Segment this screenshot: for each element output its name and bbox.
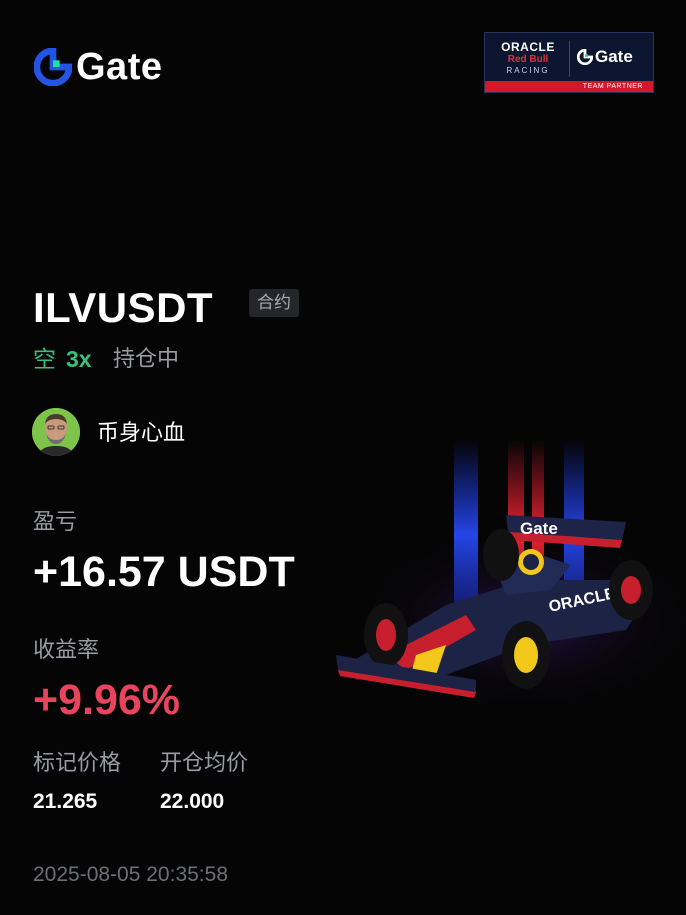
avatar — [32, 408, 80, 456]
gate-logo-icon — [34, 48, 72, 86]
contract-tag: 合约 — [249, 289, 299, 317]
partner-strip: TEAM PARTNER — [485, 81, 653, 92]
partner-divider — [569, 41, 570, 77]
gate-logo-text: Gate — [76, 46, 163, 88]
position-direction: 空 — [33, 346, 56, 372]
position-status: 持仓中 — [113, 346, 180, 371]
mark-price-value: 21.265 — [33, 790, 98, 813]
trading-pair: ILVUSDT — [33, 284, 214, 331]
partner-gate-logo: Gate — [577, 47, 633, 67]
leverage: 3x — [66, 346, 92, 372]
partner-oracle: ORACLE — [501, 40, 555, 54]
f1-car-image: Gate ORACLE — [336, 440, 686, 710]
roi-value: +9.96% — [33, 676, 181, 724]
open-price-label: 开仓均价 — [160, 750, 249, 775]
pnl-label: 盈亏 — [33, 509, 78, 534]
open-price-value: 22.000 — [160, 790, 225, 813]
mark-price-label: 标记价格 — [33, 750, 122, 775]
pnl-value: +16.57 USDT — [33, 548, 295, 596]
timestamp: 2025-08-05 20:35:58 — [33, 863, 228, 886]
partner-redbull: Red Bull — [507, 54, 549, 65]
car-sponsor-text: Gate — [520, 519, 558, 538]
gate-logo: Gate — [34, 48, 162, 86]
username: 币身心血 — [97, 420, 186, 445]
roi-label: 收益率 — [33, 637, 100, 662]
gate-logo-icon — [577, 49, 593, 65]
partner-racing: RACING — [506, 66, 550, 75]
partner-gate-text: Gate — [595, 47, 633, 66]
user-avatar-icon — [32, 408, 80, 456]
team-partner-badge: ORACLE Red Bull RACING Gate TEAM PARTNER — [484, 32, 654, 93]
